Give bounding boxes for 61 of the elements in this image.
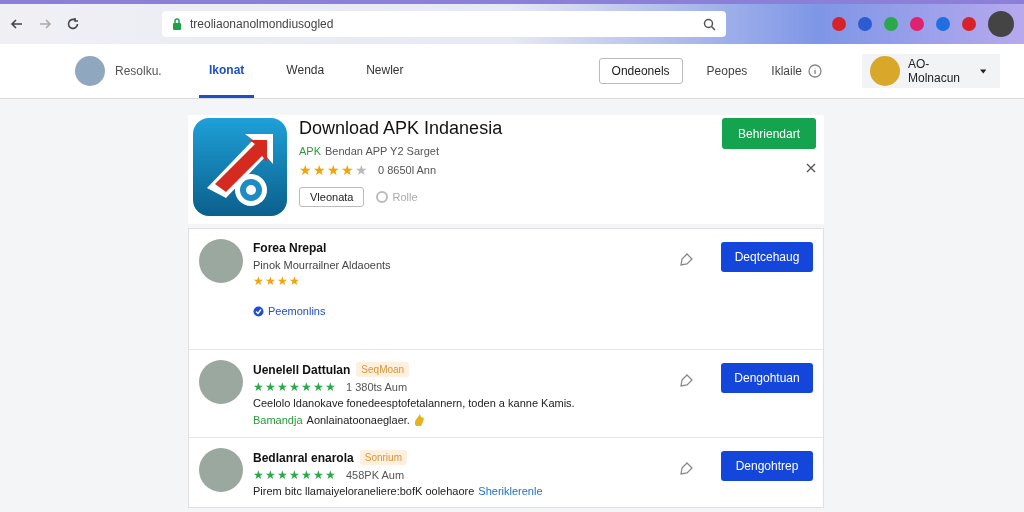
reload-icon[interactable]	[66, 17, 80, 31]
action-button[interactable]: Deqtcehaug	[721, 242, 813, 272]
info-icon[interactable]	[808, 64, 822, 78]
reviewer-detail: Pinok Mourrailner Aldaoents	[253, 259, 392, 271]
profile-link[interactable]: Peemonlins	[253, 305, 679, 317]
reviewer-badge: Sonrium	[359, 450, 407, 465]
nav-tab[interactable]: Newler	[356, 44, 414, 98]
review-text: Pirem bitc llamaiyeloraneliere:bofK oolehaore	[253, 485, 475, 497]
extension-icon[interactable]	[832, 17, 846, 31]
review-text: Ceelolo ldanokave fonedeesptofetalannern, toden a kanne Kamis.	[253, 397, 575, 409]
review-note: Aonlainatoonaeglaer.	[306, 414, 410, 426]
reviewer-name: Uenelell Dattulan	[253, 362, 351, 377]
back-icon[interactable]	[10, 17, 24, 31]
forward-icon[interactable]	[38, 17, 52, 31]
profile-avatar[interactable]	[988, 11, 1014, 37]
avatar	[199, 360, 243, 404]
user-menu[interactable]: AO-Molnacun	[862, 54, 1000, 88]
close-icon[interactable]	[806, 163, 816, 173]
review-link[interactable]: Sheriklerenle	[478, 485, 543, 497]
reviewer-badge: SeqMoan	[356, 362, 410, 377]
star-rating: ★★★★★★★	[253, 381, 336, 393]
check-icon	[253, 305, 264, 317]
action-button[interactable]: Dengohtuan	[721, 363, 813, 393]
action-button[interactable]: Dengohtrep	[721, 451, 813, 481]
app-title: Download APK Indanesia	[299, 118, 504, 139]
nav-link[interactable]: Iklaile	[771, 64, 802, 78]
caret-icon	[979, 68, 986, 74]
tag-icon[interactable]	[679, 462, 693, 476]
lock-icon	[172, 18, 182, 30]
extension-icon[interactable]	[962, 17, 976, 31]
site-brand[interactable]: Resolku.	[115, 64, 199, 78]
avatar	[75, 56, 105, 86]
review-count: 458PK Aum	[346, 469, 405, 481]
avatar	[199, 239, 243, 283]
tag-icon[interactable]	[679, 253, 693, 267]
avatar	[199, 448, 243, 492]
hand-icon	[413, 413, 426, 427]
extension-icon[interactable]	[910, 17, 924, 31]
review-count: 1 380ts Aum	[346, 381, 408, 393]
circle-icon	[376, 191, 389, 203]
nav-link[interactable]: Peopes	[706, 64, 748, 78]
header-button[interactable]: Ondeonels	[598, 58, 683, 84]
star-rating: ★★★★★★★	[253, 469, 336, 481]
reviewer-name: Forea Nrepal	[253, 241, 327, 255]
avatar	[870, 56, 900, 86]
secondary-button[interactable]: Vleonata	[299, 187, 365, 207]
rating-count: 0 8650l Ann	[378, 164, 437, 176]
nav-tab[interactable]: Ikonat	[199, 44, 255, 98]
review-tag: Bamandja	[253, 414, 303, 426]
address-bar[interactable]: treoliaonanolmondiusogled	[162, 11, 726, 37]
reviewer-name: Bedlanral enarola	[253, 450, 354, 465]
extension-icon[interactable]	[936, 17, 950, 31]
star-rating: ★★★★★	[299, 163, 368, 177]
extension-icon[interactable]	[858, 17, 872, 31]
app-subtitle: Bendan APP Y2 Sarget	[325, 145, 439, 157]
tag-icon[interactable]	[679, 374, 693, 388]
star-rating: ★★★★	[253, 275, 300, 287]
search-icon[interactable]	[703, 17, 716, 31]
app-logo-icon	[193, 118, 287, 216]
nav-tab[interactable]: Wenda	[276, 44, 335, 98]
apk-label: APK	[299, 145, 321, 157]
